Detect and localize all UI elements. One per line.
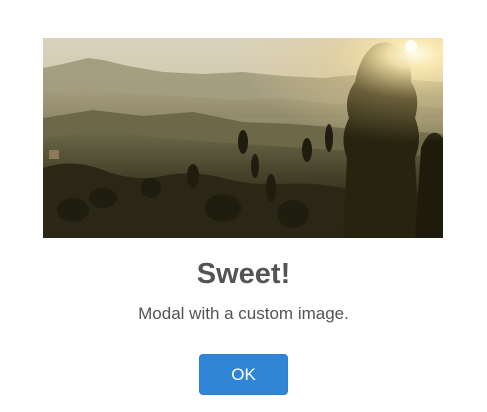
custom-image (43, 38, 443, 238)
modal-dialog: Sweet! Modal with a custom image. OK (0, 0, 487, 412)
modal-title: Sweet! (196, 258, 291, 290)
modal-text: Modal with a custom image. (138, 304, 349, 323)
ok-button[interactable]: OK (199, 354, 288, 395)
